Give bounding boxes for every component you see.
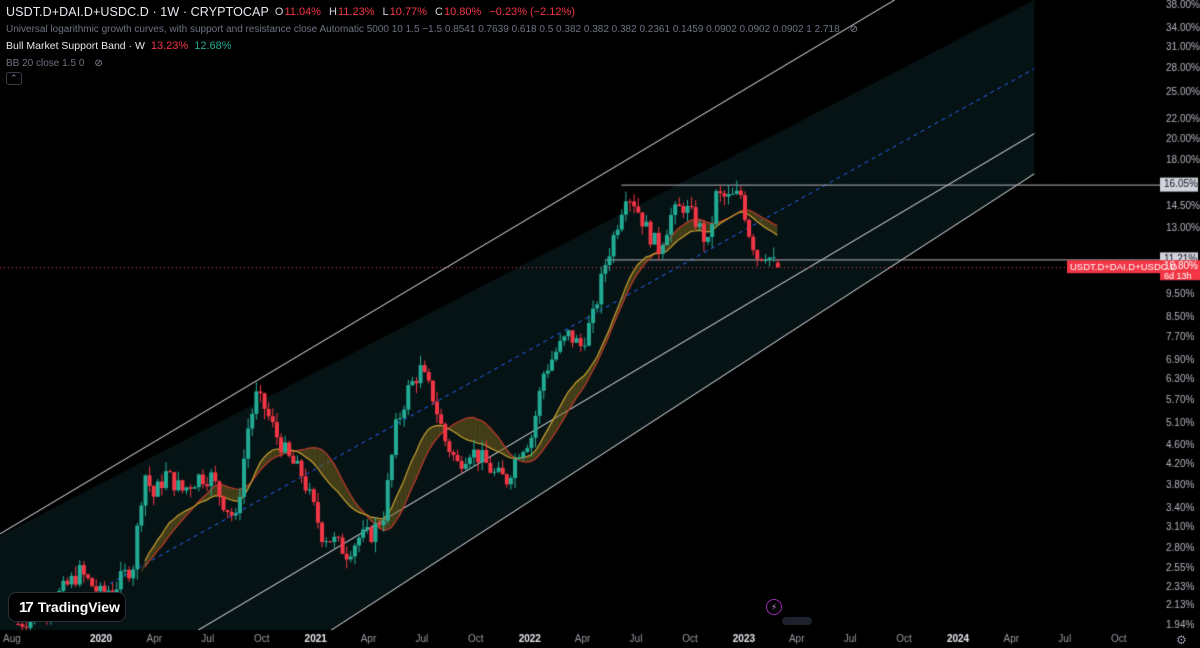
ohlc-change: −0.23% (−2.12%) xyxy=(489,6,575,18)
ohlc-high-label: H xyxy=(329,6,337,18)
indicator-growth-curves-label: Universal logarithmic growth curves, wit… xyxy=(6,24,840,35)
eye-hidden-icon[interactable]: ⊘ xyxy=(94,55,102,72)
bolt-icon[interactable]: ⚡ xyxy=(766,599,782,615)
legend-indicator-support-band[interactable]: Bull Market Support Band · W 13.23% 12.6… xyxy=(6,38,858,55)
collapse-legend-icon[interactable]: ⌃ xyxy=(6,72,22,85)
legend-indicator-growth-curves[interactable]: Universal logarithmic growth curves, wit… xyxy=(6,21,858,38)
scroll-pill[interactable] xyxy=(782,617,812,625)
tradingview-logo-text: TradingView xyxy=(37,599,120,615)
tradingview-logo[interactable]: 17 TradingView xyxy=(8,592,126,622)
settings-gear-icon[interactable]: ⚙ xyxy=(1176,633,1187,647)
chart-legend: USDT.D+DAI.D+USDC.D · 1W · CRYPTOCAP O11… xyxy=(6,4,858,85)
legend-symbol-row: USDT.D+DAI.D+USDC.D · 1W · CRYPTOCAP O11… xyxy=(6,4,858,21)
price-chart-canvas[interactable] xyxy=(0,0,1200,648)
support-band-value-1: 13.23% xyxy=(150,40,189,52)
support-band-value-2: 12.68% xyxy=(194,40,232,52)
symbol-title[interactable]: USDT.D+DAI.D+USDC.D · 1W · CRYPTOCAP xyxy=(6,4,269,21)
indicator-support-band-label: Bull Market Support Band · W xyxy=(6,40,145,52)
ohlc-open-label: O xyxy=(274,6,284,18)
ohlc-values: O11.04% H11.23% L10.77% C10.80% −0.23% (… xyxy=(275,4,580,21)
tradingview-mark-icon: 17 xyxy=(19,598,34,616)
legend-collapse-row: ⌃ xyxy=(6,72,858,85)
indicator-bb-label: BB 20 close 1.5 0 xyxy=(6,58,85,69)
eye-hidden-icon[interactable]: ⊘ xyxy=(850,21,858,38)
ohlc-high: 11.23% xyxy=(337,6,375,18)
ohlc-close: 10.80% xyxy=(444,6,482,18)
ohlc-low: 10.77% xyxy=(389,6,427,18)
ohlc-low-label: L xyxy=(382,6,389,18)
legend-indicator-bb[interactable]: BB 20 close 1.5 0 ⊘ xyxy=(6,55,858,72)
ohlc-close-label: C xyxy=(435,6,443,18)
ohlc-open: 11.04% xyxy=(284,6,321,18)
